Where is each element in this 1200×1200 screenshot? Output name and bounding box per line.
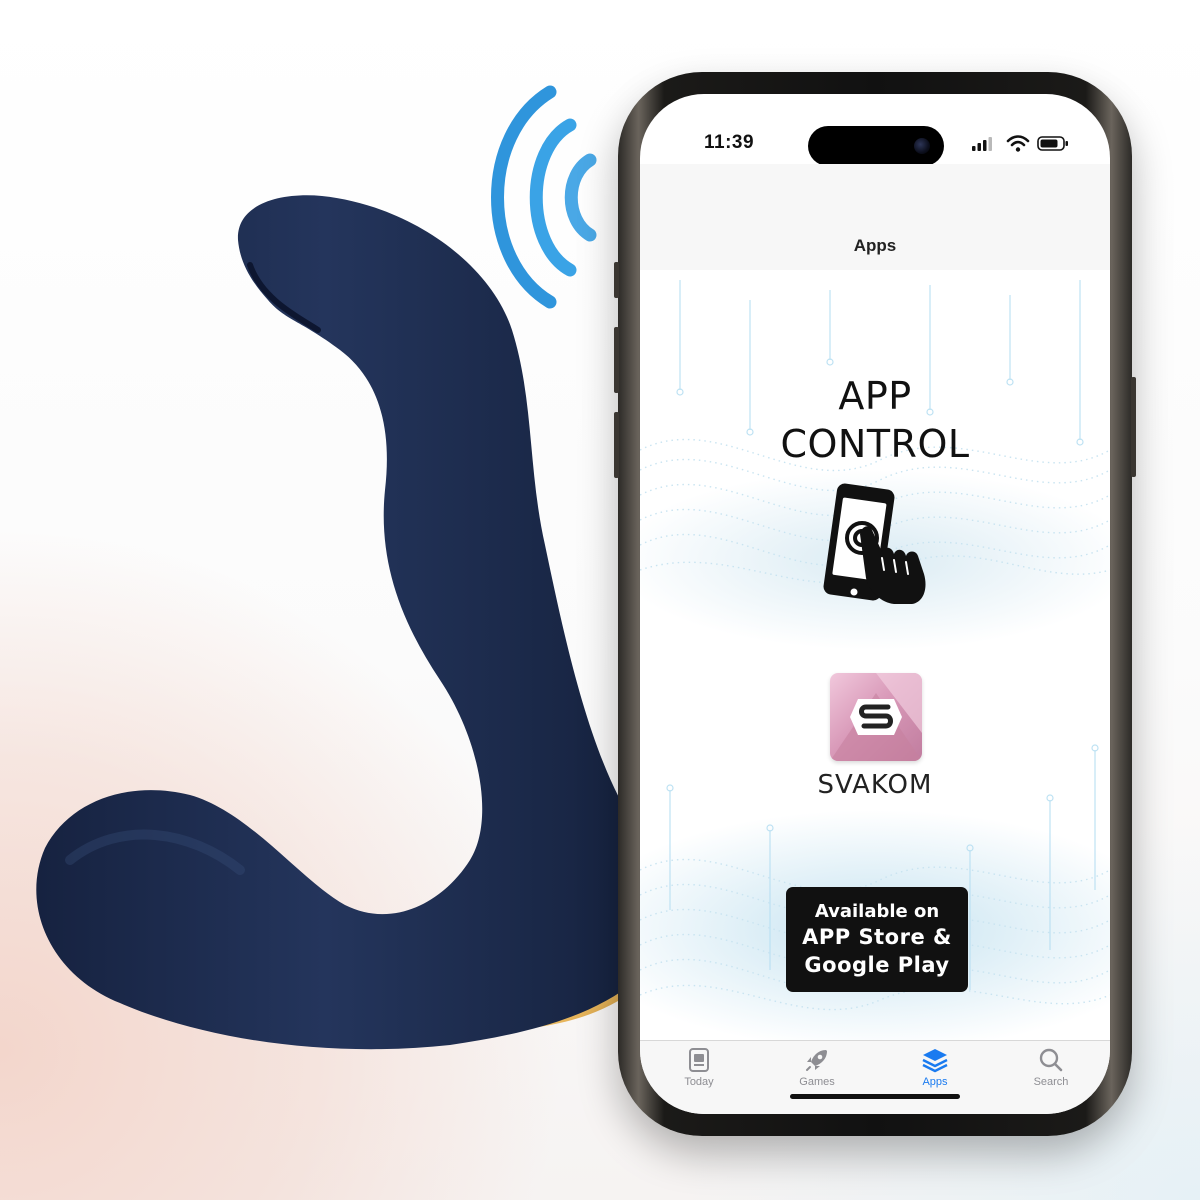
brand-name: SVAKOM (817, 770, 933, 800)
tab-search[interactable]: Search (1006, 1047, 1096, 1099)
badge-line-2: APP Store & (802, 925, 952, 949)
wifi-icon (1006, 135, 1030, 152)
stack-icon (922, 1049, 948, 1073)
tab-games-label: Games (799, 1076, 835, 1088)
wireless-signal-icon (491, 85, 597, 309)
home-indicator[interactable] (790, 1094, 960, 1099)
today-icon (689, 1048, 709, 1072)
app-control-headline: APP CONTROL (640, 372, 1110, 468)
battery-icon (1037, 136, 1068, 151)
status-time: 11:39 (704, 132, 755, 153)
search-icon (1039, 1048, 1063, 1072)
nav-header: Apps (640, 164, 1110, 271)
phone-screen: 11:39 Apps APP CONTROL SVAKOM Available … (640, 94, 1110, 1114)
tab-bar: Today Games Apps Search (640, 1040, 1110, 1114)
product-scene: 11:39 Apps APP CONTROL SVAKOM Available … (0, 0, 1200, 1200)
status-icons (972, 135, 1068, 152)
svakom-app-logo (830, 673, 922, 761)
rocket-icon (806, 1050, 827, 1071)
tab-apps[interactable]: Apps (890, 1047, 980, 1099)
badge-line-3: Google Play (804, 953, 950, 977)
status-bar: 11:39 (640, 94, 1110, 166)
badge-line-1: Available on (814, 901, 940, 922)
app-store-availability-badge: Available on APP Store & Google Play (786, 887, 968, 992)
svakom-s-icon (830, 673, 922, 761)
phone-volume-up-button (614, 327, 619, 393)
tab-today-label: Today (684, 1076, 714, 1088)
headline-line-1: APP (838, 374, 912, 418)
smartphone: 11:39 Apps APP CONTROL SVAKOM Available … (614, 72, 1136, 1136)
nav-title: Apps (853, 236, 897, 255)
phone-volume-down-button (614, 412, 619, 478)
phone-tap-icon (823, 483, 926, 604)
app-promo-content: APP CONTROL SVAKOM Available on APP Stor… (640, 270, 1110, 1040)
tab-search-label: Search (1033, 1076, 1069, 1088)
dynamic-island (808, 126, 944, 166)
cellular-signal-icon (972, 137, 992, 151)
tab-games[interactable]: Games (772, 1047, 862, 1099)
tab-today[interactable]: Today (654, 1047, 744, 1099)
phone-power-button (1131, 377, 1136, 477)
front-camera (914, 138, 930, 154)
phone-side-button (614, 262, 619, 298)
headline-line-2: CONTROL (780, 422, 970, 466)
tab-apps-label: Apps (922, 1076, 948, 1088)
